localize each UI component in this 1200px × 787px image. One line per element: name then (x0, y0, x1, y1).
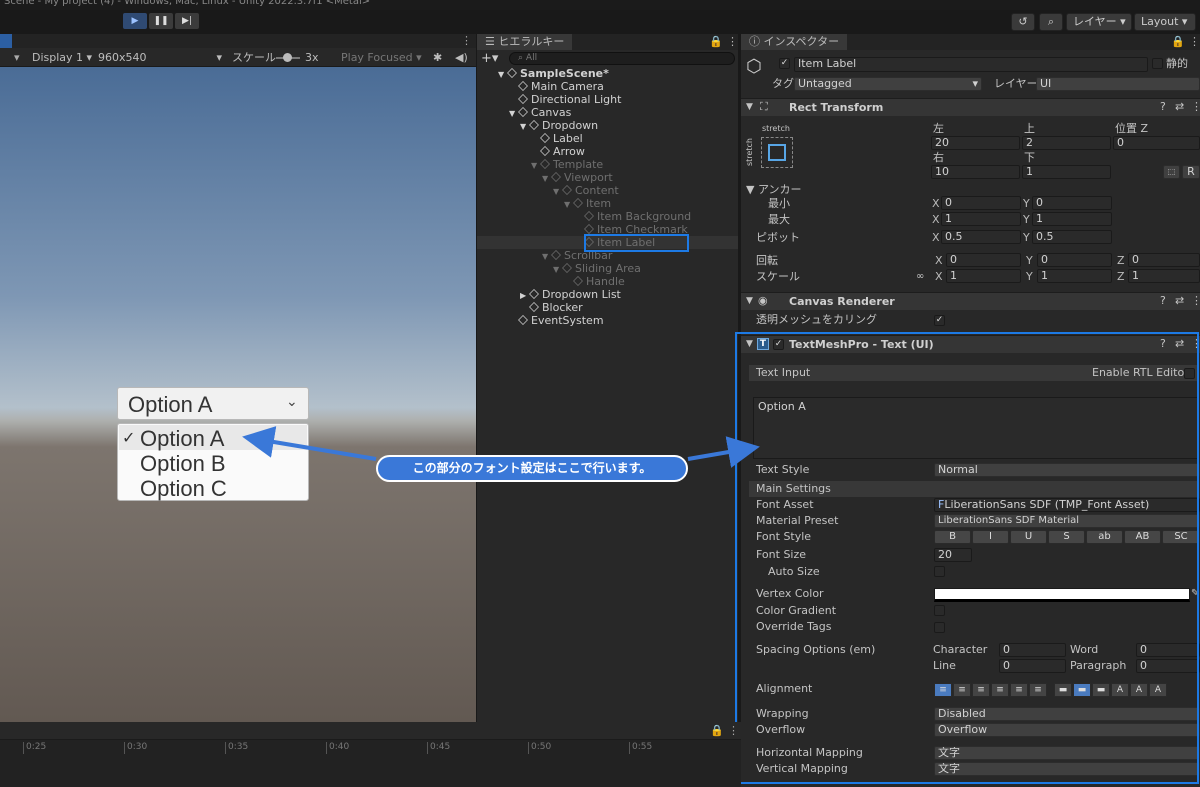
callout-arrow-right (687, 436, 760, 468)
annotation-arrows (242, 426, 760, 468)
callout-arrow-left (242, 426, 377, 461)
callout-bubble: この部分のフォント設定はここで行います。 (376, 455, 688, 482)
